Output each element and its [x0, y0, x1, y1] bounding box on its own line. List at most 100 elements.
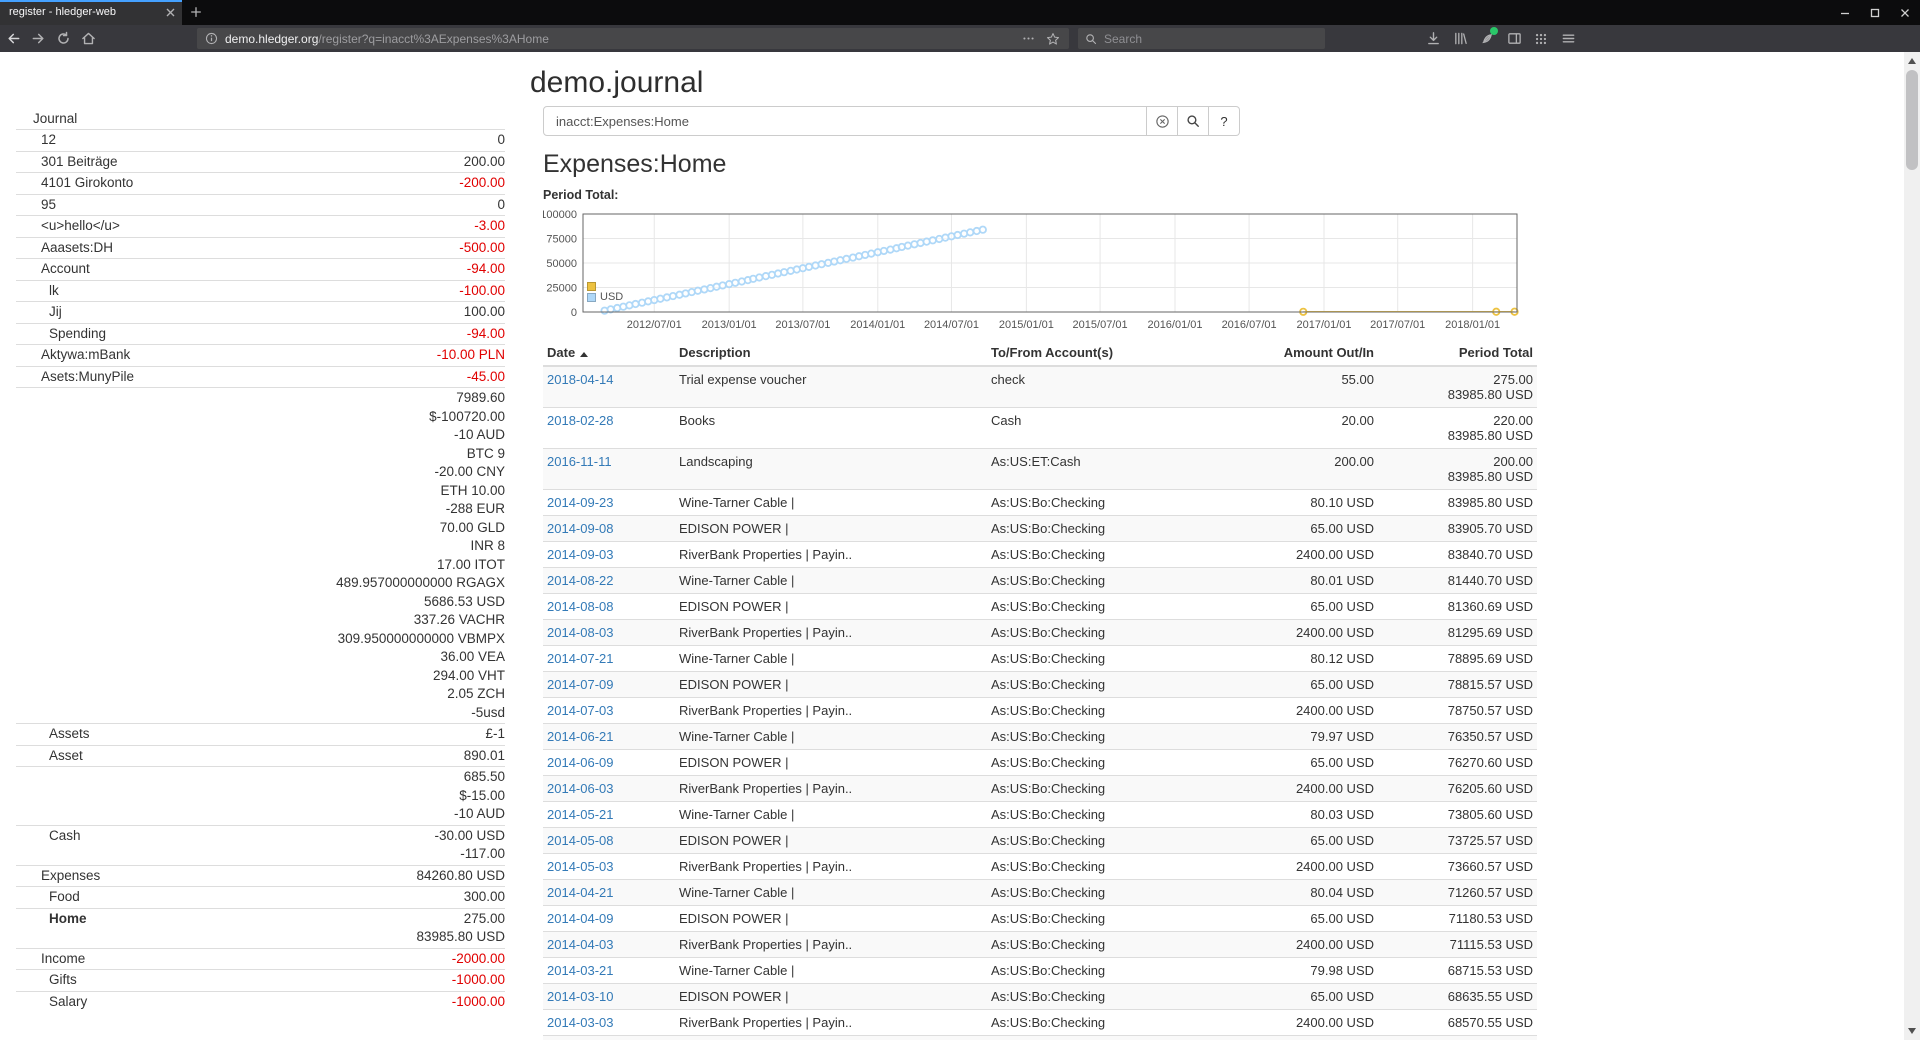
sidebar-account-link[interactable]: Assets — [16, 725, 90, 744]
transaction-date-link[interactable]: 2014-03-10 — [547, 989, 614, 1004]
transaction-date-link[interactable]: 2014-09-03 — [547, 547, 614, 562]
amount-cell: 80.04 USD — [1260, 880, 1378, 906]
transaction-date-link[interactable]: 2014-06-21 — [547, 729, 614, 744]
account-cell: As:US:Bo:Checking — [987, 802, 1260, 828]
sidebar-account-row: 950 — [16, 194, 505, 216]
column-header: Period Total — [1378, 340, 1537, 366]
date-cell: 2016-11-11 — [543, 449, 675, 490]
forward-button[interactable] — [27, 27, 50, 50]
minimize-icon[interactable] — [1830, 0, 1860, 25]
sidebar-account-link[interactable]: 301 Beiträge — [16, 153, 118, 172]
transaction-date-link[interactable]: 2014-09-23 — [547, 495, 614, 510]
page-actions-icon[interactable] — [1022, 32, 1035, 45]
transaction-date-link[interactable]: 2014-06-03 — [547, 781, 614, 796]
transaction-date-link[interactable]: 2014-05-03 — [547, 859, 614, 874]
sidebar-account-link[interactable]: 95 — [16, 196, 56, 215]
description-cell: EDISON POWER | — [675, 828, 987, 854]
grid-icon[interactable] — [1529, 27, 1553, 50]
transaction-date-link[interactable]: 2014-03-03 — [547, 1015, 614, 1030]
transaction-date-link[interactable]: 2016-11-11 — [547, 454, 612, 469]
transaction-date-link[interactable]: 2014-09-08 — [547, 521, 614, 536]
sidebar-account-link[interactable]: Account — [16, 260, 90, 279]
url-bar[interactable]: demo.hledger.org/register?q=inacct%3AExp… — [197, 28, 1069, 49]
amount-cell: 2400.00 USD — [1260, 542, 1378, 568]
sidebar-journal-link[interactable]: Journal — [16, 109, 505, 129]
sidebar-account-link[interactable]: Asset — [16, 747, 83, 766]
transaction-date-link[interactable]: 2014-03-21 — [547, 963, 614, 978]
register-row: 2014-05-08EDISON POWER |As:US:Bo:Checkin… — [543, 828, 1537, 854]
account-balance: 890.01 — [83, 747, 505, 766]
sidebar-account-link[interactable]: 4101 Girokonto — [16, 174, 133, 193]
amount-cell: 2400.00 USD — [1260, 776, 1378, 802]
account-cell: As:US:Bo:Checking — [987, 750, 1260, 776]
home-button[interactable] — [77, 27, 100, 50]
sidebar-account-link[interactable]: Asets:MunyPile — [16, 368, 134, 387]
column-header[interactable]: Date — [543, 340, 675, 366]
sidebar-account-row: Aaasets:DH-500.00 — [16, 237, 505, 259]
sidebar-account-link[interactable]: <u>hello</u> — [16, 217, 120, 236]
transaction-date-link[interactable]: 2014-04-09 — [547, 911, 614, 926]
transaction-date-link[interactable]: 2018-04-14 — [547, 372, 614, 387]
browser-search-bar[interactable]: Search — [1078, 28, 1325, 49]
sidebar-account-link[interactable]: Expenses — [16, 867, 100, 886]
downloads-icon[interactable] — [1421, 27, 1445, 50]
sidebar-account-link[interactable]: 12 — [16, 131, 56, 150]
window-close-icon[interactable] — [1890, 0, 1920, 25]
new-tab-button[interactable] — [189, 5, 203, 19]
reload-button[interactable] — [52, 27, 75, 50]
sidebar-account-link[interactable]: Jij — [16, 303, 62, 322]
sidebar-account-link[interactable]: Cash — [16, 827, 81, 864]
scrollbar-thumb[interactable] — [1906, 70, 1918, 170]
amount-cell: 65.00 USD — [1260, 828, 1378, 854]
submit-search-button[interactable] — [1178, 106, 1209, 136]
sidebar-account-link[interactable]: Aaasets:DH — [16, 239, 113, 258]
transaction-date-link[interactable]: 2014-05-08 — [547, 833, 614, 848]
tab-close-icon[interactable] — [166, 8, 175, 17]
library-icon[interactable] — [1448, 27, 1472, 50]
transaction-date-link[interactable]: 2014-05-21 — [547, 807, 614, 822]
sidebar-account-link[interactable]: Home — [16, 910, 87, 947]
clear-query-button[interactable] — [1147, 106, 1178, 136]
bookmark-star-icon[interactable] — [1046, 32, 1060, 46]
query-input[interactable] — [543, 106, 1147, 136]
sidebar-account-link[interactable]: Salary — [16, 993, 87, 1012]
sidebar-account-link[interactable]: lk — [16, 282, 59, 301]
transaction-date-link[interactable]: 2014-07-09 — [547, 677, 614, 692]
sidebar-toggle-icon[interactable] — [1502, 27, 1526, 50]
site-info-icon[interactable] — [205, 32, 218, 45]
page-scrollbar[interactable] — [1904, 52, 1920, 1040]
transaction-date-link[interactable]: 2014-07-03 — [547, 703, 614, 718]
scroll-down-icon[interactable] — [1908, 1028, 1916, 1034]
search-help-button[interactable]: ? — [1209, 106, 1240, 136]
svg-text:2015/07/01: 2015/07/01 — [1073, 319, 1128, 331]
sidebar-account-row: Food300.00 — [16, 886, 505, 908]
period-total-cell: 66170.55 USD — [1378, 1036, 1537, 1040]
browser-tab[interactable]: register - hledger-web — [0, 0, 182, 25]
date-cell: 2014-07-21 — [543, 646, 675, 672]
sidebar-rows: 120301 Beiträge200.004101 Girokonto-200.… — [16, 129, 505, 1012]
menu-icon[interactable] — [1556, 27, 1580, 50]
register-chart: 02500050000750001000002012/07/012013/01/… — [543, 204, 1523, 336]
sidebar-account-link[interactable]: Aktywa:mBank — [16, 346, 130, 365]
back-button[interactable] — [2, 27, 25, 50]
extension-badge — [1490, 27, 1498, 35]
maximize-icon[interactable] — [1860, 0, 1890, 25]
transaction-date-link[interactable]: 2014-08-03 — [547, 625, 614, 640]
transaction-date-link[interactable]: 2014-07-21 — [547, 651, 614, 666]
transaction-date-link[interactable]: 2014-04-21 — [547, 885, 614, 900]
transaction-date-link[interactable]: 2014-06-09 — [547, 755, 614, 770]
extension-icon[interactable] — [1475, 27, 1499, 50]
sidebar-account-link[interactable]: Income — [16, 950, 85, 969]
transaction-date-link[interactable]: 2018-02-28 — [547, 413, 614, 428]
svg-text:2014/07/01: 2014/07/01 — [924, 319, 979, 331]
sidebar-account-link[interactable]: Food — [16, 888, 80, 907]
transaction-date-link[interactable]: 2014-08-22 — [547, 573, 614, 588]
amount-cell: 200.00 — [1260, 449, 1378, 490]
scroll-up-icon[interactable] — [1908, 58, 1916, 64]
transaction-date-link[interactable]: 2014-08-08 — [547, 599, 614, 614]
sidebar-account-link[interactable]: Spending — [16, 325, 106, 344]
transaction-date-link[interactable]: 2014-04-03 — [547, 937, 614, 952]
date-cell: 2014-07-09 — [543, 672, 675, 698]
sidebar-account-link[interactable]: Gifts — [16, 971, 77, 990]
amount-cell: 65.00 USD — [1260, 594, 1378, 620]
